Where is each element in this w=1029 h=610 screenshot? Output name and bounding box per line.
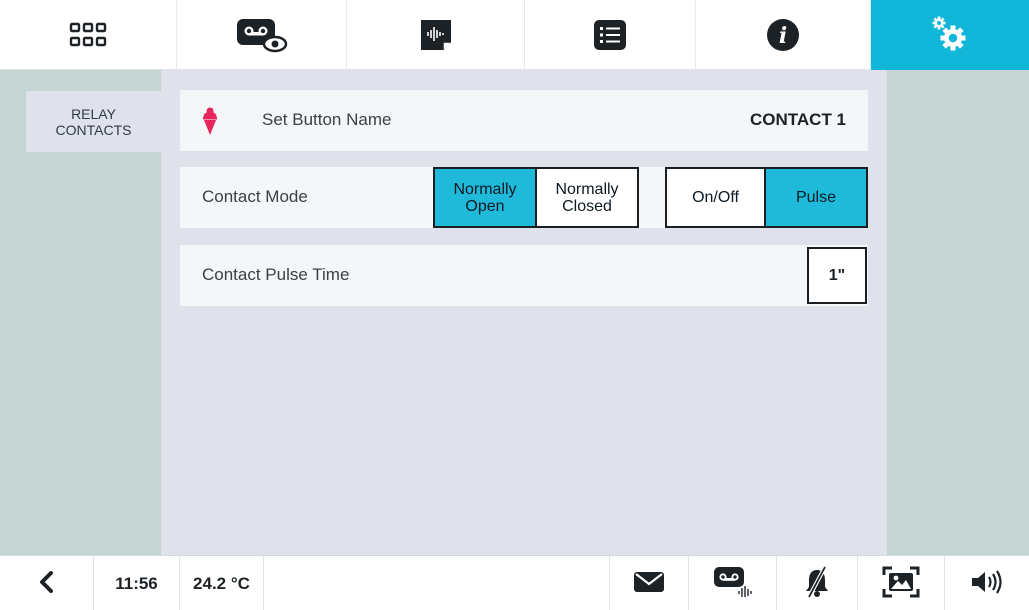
- bottom-status-bar: 11:56 24.2 °C: [0, 555, 1029, 610]
- video-message-view-icon: [235, 17, 289, 53]
- contact-mode-row: Contact Mode Normally Open Normally Clos…: [180, 167, 868, 228]
- temperature-text: 24.2 °C: [193, 573, 250, 593]
- top-navigation-bar: i: [0, 0, 1029, 70]
- info-icon: i: [766, 18, 800, 52]
- pulse-time-label: Contact Pulse Time: [202, 265, 350, 284]
- button-name-value: CONTACT 1: [749, 110, 846, 129]
- bell-muted-icon: [804, 565, 830, 602]
- button-name-label: Set Button Name: [262, 110, 392, 129]
- messages-button[interactable]: [610, 556, 689, 610]
- pulse-button[interactable]: Pulse: [764, 167, 868, 228]
- contact-mode-label: Contact Mode: [202, 187, 308, 206]
- photo-frame-button[interactable]: [858, 556, 945, 610]
- ringer-mute-button[interactable]: [777, 556, 858, 610]
- button-name-row[interactable]: Set Button Name CONTACT 1: [180, 90, 868, 151]
- audio-file-icon: [419, 18, 453, 52]
- picture-frame-icon: [882, 566, 920, 602]
- time-text: 11:56: [115, 573, 158, 593]
- voice-message-icon: [713, 566, 753, 602]
- normally-open-button[interactable]: Normally Open: [433, 167, 537, 228]
- voice-messages-button[interactable]: [689, 556, 777, 610]
- settings-gear-icon: [930, 15, 970, 55]
- pulse-time-value[interactable]: 1": [807, 247, 867, 304]
- ice-cream-icon: [202, 106, 218, 140]
- back-button[interactable]: [0, 556, 94, 610]
- svg-text:i: i: [779, 23, 787, 49]
- volume-button[interactable]: [945, 556, 1029, 610]
- speaker-icon: [970, 569, 1004, 598]
- right-sidebar: [887, 70, 1029, 555]
- tab-list[interactable]: [525, 0, 696, 70]
- tab-video-messages[interactable]: [177, 0, 347, 70]
- temperature: 24.2 °C: [180, 556, 264, 610]
- pulse-time-row: Contact Pulse Time 1": [180, 245, 868, 306]
- tab-settings[interactable]: [871, 0, 1029, 70]
- on-off-button[interactable]: On/Off: [665, 167, 766, 228]
- tab-apps[interactable]: [0, 0, 177, 70]
- settings-content: Set Button Name CONTACT 1 Contact Mode N…: [161, 70, 887, 555]
- clock: 11:56: [94, 556, 180, 610]
- status-spacer: [264, 556, 610, 610]
- tab-info[interactable]: i: [696, 0, 871, 70]
- normally-closed-button[interactable]: Normally Closed: [535, 167, 639, 228]
- sidebar-item-relay-contacts[interactable]: RELAY CONTACTS: [26, 91, 161, 152]
- left-sidebar: RELAY CONTACTS: [0, 70, 161, 555]
- list-icon: [593, 19, 627, 51]
- back-arrow-icon: [38, 570, 56, 597]
- mail-icon: [633, 571, 665, 597]
- apps-grid-icon: [69, 22, 107, 48]
- tab-audio[interactable]: [347, 0, 525, 70]
